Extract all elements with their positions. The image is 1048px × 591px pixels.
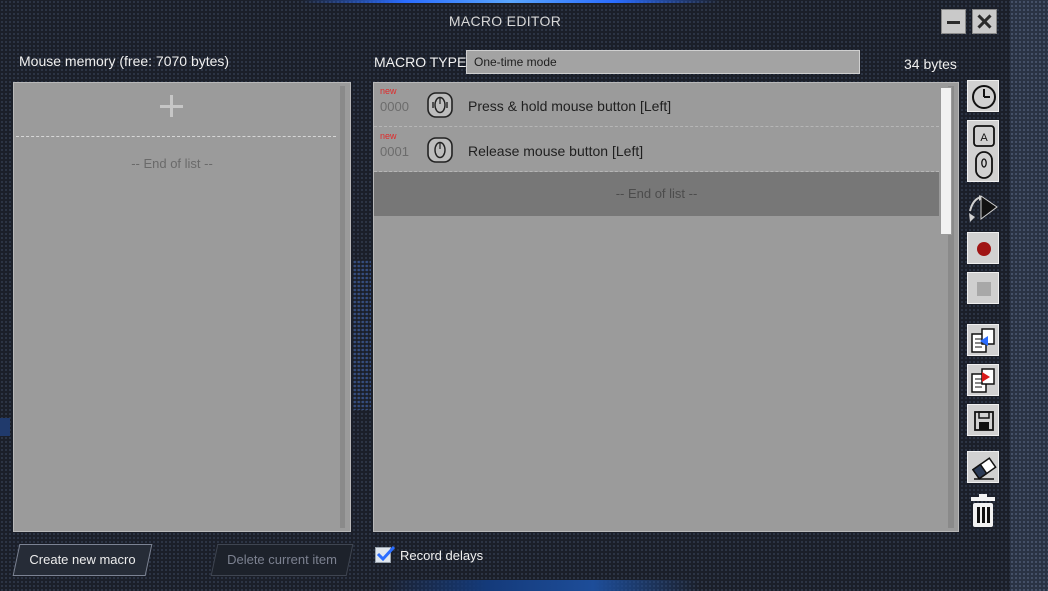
new-badge: new (380, 131, 397, 141)
stop-button[interactable] (967, 272, 999, 304)
trash-icon (971, 494, 995, 527)
macro-actions-panel: new 0000 Press & hold mouse button [Left… (373, 82, 959, 532)
action-text: Press & hold mouse button [Left] (468, 98, 672, 114)
bottom-glow (380, 580, 700, 591)
import-icon (971, 328, 995, 353)
clock-icon (972, 85, 996, 109)
clear-button[interactable] (967, 451, 999, 483)
import-button[interactable] (967, 324, 999, 356)
keyboard-mouse-icon: A (973, 125, 995, 179)
record-delays-toggle[interactable]: Record delays (375, 545, 515, 566)
action-text: Release mouse button [Left] (468, 143, 644, 159)
macro-editor-window: MACRO EDITOR Mouse memory (free: 7070 by… (0, 0, 1010, 580)
new-badge: new (380, 86, 397, 96)
delete-current-item-label: Delete current item (227, 552, 337, 567)
delete-current-item-button[interactable]: Delete current item (210, 544, 354, 576)
window-title: MACRO EDITOR (448, 13, 562, 29)
save-icon (974, 411, 994, 431)
stop-icon (977, 282, 991, 296)
record-delays-label: Record delays (400, 548, 484, 563)
svg-text:A: A (980, 132, 988, 144)
insert-mouse-move-button[interactable] (967, 191, 999, 223)
save-button[interactable] (967, 404, 999, 436)
list-item[interactable]: new 0001 Release mouse button [Left] (374, 128, 939, 172)
create-new-macro-label: Create new macro (29, 552, 136, 567)
macro-list-panel: -- End of list -- (13, 82, 351, 532)
macro-list-scrollbar[interactable] (340, 86, 345, 528)
record-button[interactable] (967, 232, 999, 264)
close-button[interactable] (972, 9, 997, 34)
end-of-list-label: -- End of list -- (131, 156, 213, 171)
record-icon (977, 242, 991, 256)
insert-delay-button[interactable] (967, 80, 999, 112)
checkmark-icon (376, 545, 396, 562)
eraser-icon (971, 457, 997, 480)
mouse-press-icon (427, 92, 453, 118)
create-new-macro-button[interactable]: Create new macro (12, 544, 153, 576)
list-item[interactable]: new 0000 Press & hold mouse button [Left… (374, 83, 939, 127)
macro-type-select[interactable]: One-time mode (466, 50, 860, 74)
item-index: 0000 (380, 99, 409, 114)
minimize-button[interactable] (941, 9, 966, 34)
insert-key-mouse-button[interactable]: A (967, 120, 999, 182)
scrollbar-thumb[interactable] (940, 87, 952, 235)
export-button[interactable] (967, 364, 999, 396)
macro-size-label: 34 bytes (904, 56, 957, 72)
item-index: 0001 (380, 144, 409, 159)
delete-all-button[interactable] (967, 492, 999, 530)
mouse-memory-label: Mouse memory (free: 7070 bytes) (19, 53, 230, 69)
record-delays-checkbox[interactable] (375, 545, 396, 563)
cursor-move-icon (969, 195, 998, 222)
list-divider (16, 136, 336, 137)
actions-scrollbar[interactable] (940, 86, 954, 528)
add-macro-icon[interactable] (160, 95, 184, 119)
macro-type-label: MACRO TYPE (374, 54, 467, 70)
export-icon (971, 368, 995, 393)
mouse-release-icon (427, 137, 453, 163)
background-edge (1010, 0, 1048, 591)
end-of-list-row: -- End of list -- (374, 172, 939, 216)
